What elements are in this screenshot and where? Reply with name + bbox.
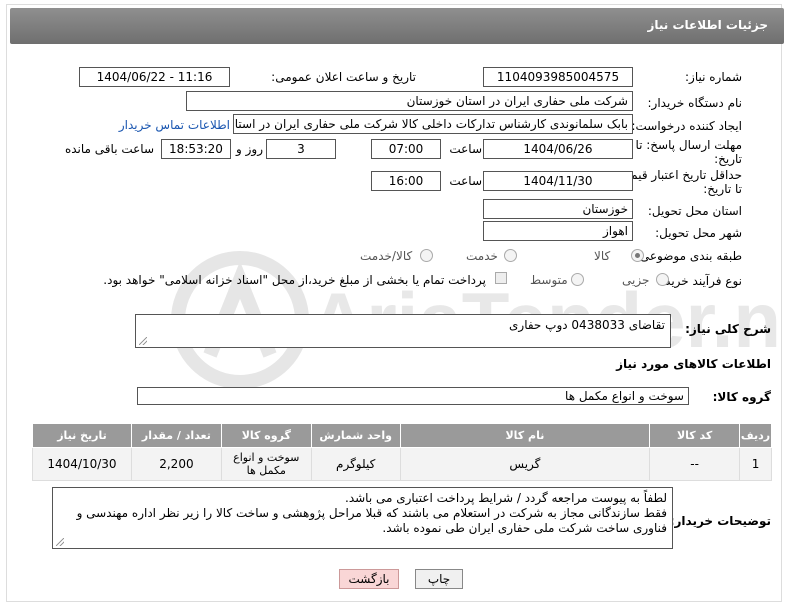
treasury-payment-note: پرداخت تمام یا بخشی از مبلغ خرید،از محل … [103,273,486,287]
col-quantity: تعداد / مقدار [130,423,222,448]
cell-item-name: گریس [399,447,651,481]
category-option-goods-service: کالا/خدمت [360,249,413,263]
description-textarea[interactable]: تقاضای 0438033 دوپ حفاری [135,314,671,348]
col-item-name: نام کالا [399,423,651,448]
treasury-payment-checkbox[interactable] [495,272,507,284]
process-radio-medium[interactable] [571,273,584,286]
goods-group-field: سوخت و انواع مکمل ها [137,387,689,405]
process-radio-minor[interactable] [656,273,669,286]
goods-table: ردیف کد کالا نام کالا واحد شمارش گروه کا… [32,423,772,481]
city-field: اهواز [483,221,633,241]
col-item-group: گروه کالا [220,423,312,448]
cell-item-code: -- [649,447,741,481]
deadline-days-label: روز و [236,142,263,156]
requester-field: بابک سلمانوندی کارشناس تدارکات داخلی کال… [233,114,633,134]
process-option-medium: متوسط [530,273,568,287]
back-button[interactable]: بازگشت [339,569,399,589]
cell-item-group: سوخت و انواع مکمل ها [220,447,312,481]
col-item-code: کد کالا [649,423,741,448]
table-row: 1 -- گریس کیلوگرم سوخت و انواع مکمل ها 2… [32,447,772,481]
header-bar: جزئیات اطلاعات نیاز [10,8,784,44]
announce-datetime-field: 1404/06/22 - 11:16 [79,67,230,87]
description-text: تقاضای 0438033 دوپ حفاری [509,318,665,332]
deadline-date-field: 1404/06/26 [483,139,633,159]
category-radio-service[interactable] [504,249,517,262]
buyer-contact-link[interactable]: اطلاعات تماس خریدار [119,118,230,132]
deadline-time-label: ساعت [449,142,482,156]
col-row-number: ردیف [739,423,772,448]
cell-row-number: 1 [739,447,772,481]
validity-label-line2: تا تاریخ: [703,182,742,196]
col-need-date: تاریخ نیاز [32,423,132,448]
remaining-time-label: ساعت باقی مانده [64,142,154,156]
goods-section-title: اطلاعات کالاهای مورد نیاز [616,357,771,371]
deadline-days-field: 3 [266,139,336,159]
goods-group-label: گروه کالا: [712,390,771,404]
city-label: شهر محل تحویل: [655,226,742,240]
category-option-service: خدمت [466,249,498,263]
buyer-notes-line3: فناوری ساخت شرکت ملی حفاری ایران طی نمود… [382,521,667,535]
cell-unit: کیلوگرم [310,447,401,481]
announce-datetime-label: تاریخ و ساعت اعلان عمومی: [271,70,416,84]
process-option-minor: جزیی [622,273,650,287]
category-option-goods: کالا [594,249,611,263]
buyer-org-field: شرکت ملی حفاری ایران در استان خوزستان [186,91,633,111]
resize-grip-icon[interactable] [56,538,64,546]
validity-label-line1: حداقل تاریخ اعتبار قیمت: [615,168,742,182]
description-label: شرح کلی نیاز: [685,322,771,336]
validity-time-label: ساعت [449,174,482,188]
deadline-label-line1: مهلت ارسال پاسخ: تا [635,138,742,152]
category-radio-goods-service[interactable] [420,249,433,262]
page-title: جزئیات اطلاعات نیاز [647,18,768,32]
buyer-notes-label: توضیحات خریدار: [669,514,771,528]
cell-need-date: 1404/10/30 [32,447,132,481]
print-button[interactable]: چاپ [415,569,463,589]
cell-quantity: 2,200 [130,447,222,481]
province-field: خوزستان [483,199,633,219]
resize-grip-icon[interactable] [139,337,147,345]
buyer-notes-textarea[interactable]: لطفاً به پیوست مراجعه گردد / شرایط پرداخ… [52,487,673,549]
remaining-time-field: 18:53:20 [161,139,231,159]
validity-time-field: 16:00 [371,171,441,191]
deadline-label-line2: تاریخ: [714,152,742,166]
province-label: استان محل تحویل: [647,204,742,218]
buyer-notes-line1: لطفاً به پیوست مراجعه گردد / شرایط پرداخ… [345,491,667,505]
category-label: طبقه بندی موضوعی: [635,249,742,263]
goods-table-header: ردیف کد کالا نام کالا واحد شمارش گروه کا… [32,423,772,448]
validity-date-field: 1404/11/30 [483,171,633,191]
col-unit: واحد شمارش [310,423,401,448]
deadline-time-field: 07:00 [371,139,441,159]
requester-label: ایجاد کننده درخواست: [631,119,742,133]
need-number-field: 1104093985004575 [483,67,633,87]
need-number-label: شماره نیاز: [685,70,742,84]
category-radio-goods[interactable] [631,249,644,262]
buyer-org-label: نام دستگاه خریدار: [647,96,743,110]
process-label: نوع فرآیند خرید : [657,274,742,288]
buyer-notes-line2: فقط سازندگانی مجاز به شرکت در استعلام می… [76,506,667,520]
